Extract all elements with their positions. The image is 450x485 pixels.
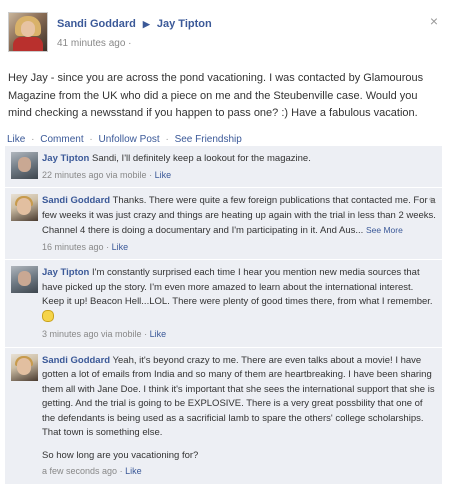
separator: ·	[31, 134, 35, 145]
comment-like-link[interactable]: Like	[125, 466, 142, 476]
post-timestamp[interactable]: 41 minutes ago	[57, 38, 125, 49]
comment-author-link[interactable]: Sandi Goddard	[42, 355, 110, 366]
comment-text: Yeah, it's beyond crazy to me. There are…	[42, 354, 435, 439]
recipient-name-link[interactable]: Jay Tipton	[157, 18, 212, 30]
post-meta: 41 minutes ago ·	[57, 38, 132, 49]
comment-author-link[interactable]: Jay Tipton	[42, 153, 89, 164]
comment-item: ✎ Sandi Goddard Thanks. There were quite…	[5, 188, 442, 260]
separator: ·	[149, 169, 153, 180]
separator: ·	[144, 329, 148, 339]
comment-like-link[interactable]: Like	[150, 329, 167, 339]
comment-item: Jay Tipton I'm constantly surprised each…	[5, 260, 442, 348]
comment-author-link[interactable]: Sandi Goddard	[42, 195, 110, 206]
comment-timestamp[interactable]: a few seconds ago	[42, 466, 117, 476]
comment-meta: 16 minutes ago · Like	[42, 240, 436, 255]
comment-meta: 22 minutes ago via mobile · Like	[42, 168, 436, 183]
avatar-face	[18, 271, 31, 286]
comment-timestamp[interactable]: 16 minutes ago	[42, 242, 104, 252]
separator: ·	[106, 241, 110, 252]
avatar-face	[18, 157, 31, 172]
privacy-icon[interactable]: ·	[128, 38, 131, 49]
separator: ·	[119, 466, 123, 476]
post-names: Sandi Goddard ▶ Jay Tipton	[57, 18, 212, 30]
comments-list: Jay Tipton Sandi, I'll definitely keep a…	[5, 146, 442, 485]
arrow-icon: ▶	[142, 19, 150, 29]
close-icon[interactable]: ×	[430, 13, 438, 29]
separator: ·	[89, 134, 93, 145]
post-actions: Like · Comment · Unfollow Post · See Fri…	[7, 134, 242, 145]
comment-item: Sandi Goddard Yeah, it's beyond crazy to…	[5, 348, 442, 485]
avatar-face	[17, 357, 31, 375]
commenter-avatar[interactable]	[11, 353, 38, 381]
comment-item: Jay Tipton Sandi, I'll definitely keep a…	[5, 146, 442, 188]
comment-timestamp[interactable]: 3 minutes ago via mobile	[42, 329, 142, 339]
commenter-avatar[interactable]	[11, 152, 38, 179]
avatar-face	[17, 198, 31, 215]
comment-like-link[interactable]: Like	[112, 242, 129, 252]
separator: ·	[165, 134, 169, 145]
like-link[interactable]: Like	[7, 134, 25, 145]
comment-text: Sandi, I'll definitely keep a lookout fo…	[91, 153, 311, 164]
author-avatar[interactable]	[8, 12, 48, 52]
comment-text: I'm constantly surprised each time I hea…	[42, 267, 433, 307]
comment-text-second: So how long are you vacationing for?	[42, 449, 199, 461]
avatar-shirt	[13, 37, 43, 51]
avatar-face	[21, 21, 35, 37]
commenter-avatar[interactable]	[11, 194, 38, 221]
smiley-emoticon-icon	[42, 309, 54, 322]
commenter-avatar[interactable]	[11, 266, 38, 293]
post-header: Sandi Goddard ▶ Jay Tipton 41 minutes ag…	[0, 0, 450, 58]
comment-like-link[interactable]: Like	[155, 170, 172, 180]
unfollow-post-link[interactable]: Unfollow Post	[99, 134, 160, 145]
comment-meta: 3 minutes ago via mobile · Like	[42, 327, 436, 342]
comment-timestamp[interactable]: 22 minutes ago via mobile	[42, 170, 147, 180]
comment-meta: a few seconds ago · Like	[42, 464, 436, 479]
see-friendship-link[interactable]: See Friendship	[175, 134, 242, 145]
post-text: Hey Jay - since you are across the pond …	[8, 72, 424, 119]
author-name-link[interactable]: Sandi Goddard	[57, 18, 136, 30]
comment-author-link[interactable]: Jay Tipton	[42, 267, 89, 278]
see-more-link[interactable]: See More	[366, 225, 403, 235]
comment-link[interactable]: Comment	[40, 134, 83, 145]
edit-pencil-icon[interactable]: ✎	[428, 194, 436, 209]
